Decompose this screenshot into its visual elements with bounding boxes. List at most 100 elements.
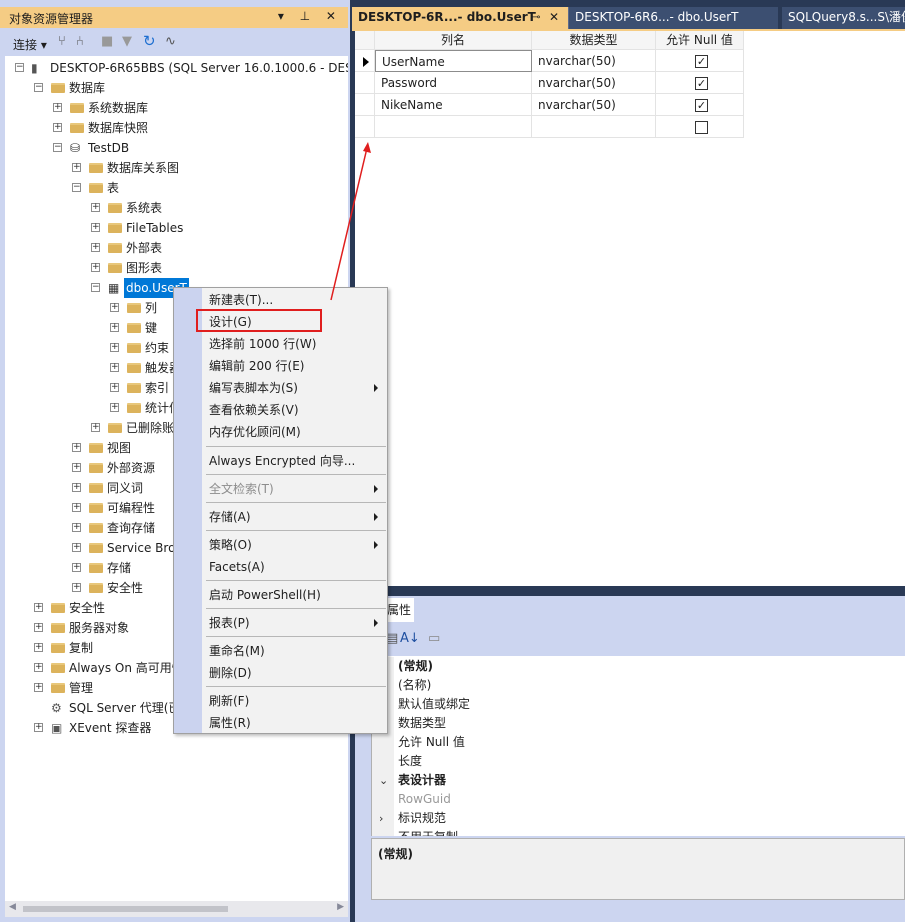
collapse-icon[interactable]: − (15, 63, 24, 72)
property-row[interactable]: RowGuid (372, 790, 905, 809)
collapse-icon[interactable]: − (34, 83, 43, 92)
tree-node[interactable]: + FileTables (91, 218, 348, 238)
property-row[interactable]: 数据类型 (372, 714, 905, 733)
activity-monitor-icon[interactable]: ∿ (165, 34, 176, 49)
close-icon[interactable]: ✕ (549, 7, 559, 28)
allow-null-cell[interactable] (656, 116, 744, 138)
expand-icon[interactable]: + (53, 103, 62, 112)
column-header-name[interactable]: 列名 (375, 31, 532, 50)
scroll-left-icon[interactable]: ◀ (9, 902, 16, 912)
tree-node[interactable]: − ▮ DESKTOP-6R65BBS (SQL Server 16.0.1000.… (15, 58, 348, 78)
scroll-right-icon[interactable]: ▶ (337, 902, 344, 912)
allow-null-checkbox[interactable] (695, 121, 708, 134)
allow-null-cell[interactable]: ✓ (656, 50, 744, 72)
data-type-cell[interactable]: nvarchar(50) (532, 72, 656, 94)
data-type-cell[interactable]: nvarchar(50) (532, 50, 656, 72)
expand-icon[interactable]: + (110, 343, 119, 352)
expand-icon[interactable]: + (72, 163, 81, 172)
expand-icon[interactable]: + (34, 603, 43, 612)
column-header-allow-null[interactable]: 允许 Null 值 (656, 31, 744, 50)
menu-item[interactable]: 策略(O) (174, 534, 387, 556)
row-selector[interactable] (355, 116, 375, 138)
tree-node[interactable]: + 数据库快照 (53, 118, 348, 138)
allow-null-checkbox[interactable]: ✓ (695, 55, 708, 68)
column-header-type[interactable]: 数据类型 (532, 31, 656, 50)
tree-node[interactable]: − 表 (72, 178, 348, 198)
tab-table-data[interactable]: DESKTOP-6R6...- dbo.UserT (568, 7, 778, 29)
panel-window-buttons[interactable]: ▾ ⊥ ✕ (278, 9, 342, 23)
menu-item[interactable]: 内存优化顾问(M) (174, 421, 387, 443)
table-row[interactable]: Password nvarchar(50) ✓ (355, 72, 744, 94)
row-selector[interactable] (355, 94, 375, 116)
tree-node[interactable]: − ⛁ TestDB (53, 138, 348, 158)
expand-icon[interactable]: + (91, 203, 100, 212)
menu-item[interactable]: 查看依赖关系(V) (174, 399, 387, 421)
menu-item[interactable]: 编写表脚本为(S) (174, 377, 387, 399)
expand-icon[interactable]: + (72, 543, 81, 552)
collapse-icon[interactable]: − (72, 183, 81, 192)
tree-node[interactable]: + 图形表 (91, 258, 348, 278)
allow-null-checkbox[interactable]: ✓ (695, 77, 708, 90)
menu-item[interactable]: 全文检索(T) (174, 478, 387, 500)
disconnect-icon[interactable]: ⑃ (76, 34, 84, 49)
menu-item[interactable]: 启动 PowerShell(H) (174, 584, 387, 606)
tree-node[interactable]: + 系统数据库 (53, 98, 348, 118)
property-row[interactable]: 默认值或绑定 (372, 695, 905, 714)
table-row[interactable]: NikeName nvarchar(50) ✓ (355, 94, 744, 116)
alphabetical-sort-icon[interactable]: A↓ (400, 631, 420, 646)
expand-icon[interactable]: + (72, 463, 81, 472)
tab-table-designer[interactable]: DESKTOP-6R...- dbo.UserT ⊸ ✕ (352, 7, 568, 29)
column-name-cell[interactable]: UserName (375, 50, 532, 72)
stop-icon[interactable]: ■ (101, 34, 113, 49)
expand-icon[interactable]: + (34, 643, 43, 652)
expand-icon[interactable]: + (91, 263, 100, 272)
tree-node[interactable]: + 系统表 (91, 198, 348, 218)
connect-button[interactable]: 连接 ▾ (13, 36, 47, 53)
tree-node[interactable]: + 外部表 (91, 238, 348, 258)
row-selector[interactable] (355, 72, 375, 94)
expand-icon[interactable]: + (72, 583, 81, 592)
properties-tab[interactable]: 属性 (384, 598, 414, 622)
menu-item[interactable]: 刷新(F) (174, 690, 387, 712)
property-row[interactable]: (名称) (372, 676, 905, 695)
column-name-cell[interactable]: NikeName (375, 94, 532, 116)
expand-icon[interactable]: + (72, 563, 81, 572)
tab-sql-query[interactable]: SQLQuery8.s...S\潘俊 (782, 7, 905, 29)
allow-null-cell[interactable]: ✓ (656, 94, 744, 116)
expand-icon[interactable]: + (72, 443, 81, 452)
pin-icon[interactable]: ⊸ (532, 7, 540, 28)
collapse-icon[interactable]: − (91, 283, 100, 292)
expand-icon[interactable]: + (72, 523, 81, 532)
property-pages-icon[interactable]: ▭ (428, 631, 440, 646)
expand-icon[interactable]: + (53, 123, 62, 132)
expand-icon[interactable]: + (110, 363, 119, 372)
property-row[interactable]: › 标识规范 (372, 809, 905, 828)
property-category[interactable]: ⌄ 表设计器 (372, 771, 905, 790)
table-row[interactable]: UserName nvarchar(50) ✓ (355, 50, 744, 72)
data-type-cell[interactable] (532, 116, 656, 138)
column-name-cell[interactable] (375, 116, 532, 138)
expand-icon[interactable]: + (110, 403, 119, 412)
menu-item[interactable]: 删除(D) (174, 662, 387, 684)
expand-icon[interactable]: + (110, 323, 119, 332)
menu-item[interactable]: 属性(R) (174, 712, 387, 734)
menu-item[interactable]: 存储(A) (174, 506, 387, 528)
scrollbar-thumb[interactable] (23, 906, 228, 912)
expand-icon[interactable]: + (72, 483, 81, 492)
menu-item[interactable]: 选择前 1000 行(W) (174, 333, 387, 355)
menu-item[interactable]: Facets(A) (174, 556, 387, 578)
tree-node[interactable]: + 数据库关系图 (72, 158, 348, 178)
property-row[interactable]: 长度 (372, 752, 905, 771)
data-type-cell[interactable]: nvarchar(50) (532, 94, 656, 116)
splitter[interactable] (355, 586, 905, 596)
expand-icon[interactable]: + (34, 623, 43, 632)
expand-icon[interactable]: + (110, 383, 119, 392)
expand-chevron-icon[interactable]: › (379, 809, 383, 828)
expand-icon[interactable]: + (110, 303, 119, 312)
expand-icon[interactable]: + (34, 723, 43, 732)
table-row[interactable] (355, 116, 744, 138)
expand-icon[interactable]: + (34, 663, 43, 672)
property-row[interactable]: 不用于复制 (372, 828, 905, 836)
expand-icon[interactable]: + (91, 423, 100, 432)
expand-icon[interactable]: + (91, 243, 100, 252)
